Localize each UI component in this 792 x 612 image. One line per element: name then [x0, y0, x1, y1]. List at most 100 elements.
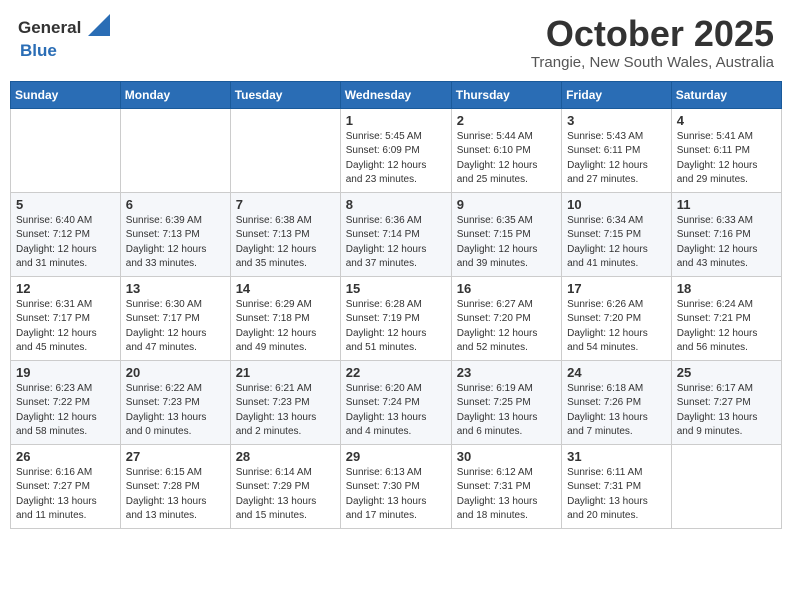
- col-header-sunday: Sunday: [11, 81, 121, 108]
- location-title: Trangie, New South Wales, Australia: [531, 54, 774, 71]
- calendar-cell: 10Sunrise: 6:34 AM Sunset: 7:15 PM Dayli…: [562, 192, 672, 276]
- calendar-cell: [671, 444, 781, 528]
- day-info: Sunrise: 6:18 AM Sunset: 7:26 PM Dayligh…: [567, 382, 666, 440]
- day-info: Sunrise: 5:43 AM Sunset: 6:11 PM Dayligh…: [567, 130, 666, 188]
- month-title: October 2025: [531, 14, 774, 54]
- calendar-week-row: 19Sunrise: 6:23 AM Sunset: 7:22 PM Dayli…: [11, 360, 782, 444]
- calendar-cell: 2 Sunrise: 5:44 AM Sunset: 6:10 PM Daylig…: [451, 108, 561, 192]
- col-header-tuesday: Tuesday: [230, 81, 340, 108]
- calendar-cell: 22 Sunrise: 6:20 AM Sunset: 7:24 PM Dayli…: [340, 360, 451, 444]
- day-number: 6: [126, 197, 225, 212]
- day-info: Sunrise: 6:20 AM Sunset: 7:24 PM Dayligh…: [346, 382, 446, 440]
- day-info: Sunrise: 6:40 AM Sunset: 7:12 PM Dayligh…: [16, 214, 115, 272]
- calendar-cell: 23 Sunrise: 6:19 AM Sunset: 7:25 PM Dayli…: [451, 360, 561, 444]
- day-number: 22: [346, 365, 446, 380]
- calendar-cell: 9Sunrise: 6:35 AM Sunset: 7:15 PM Daylig…: [451, 192, 561, 276]
- calendar-table: SundayMondayTuesdayWednesdayThursdayFrid…: [10, 81, 782, 529]
- day-number: 17: [567, 281, 666, 296]
- calendar-cell: 17 Sunrise: 6:26 AM Sunset: 7:20 PM Dayli…: [562, 276, 672, 360]
- col-header-thursday: Thursday: [451, 81, 561, 108]
- col-header-saturday: Saturday: [671, 81, 781, 108]
- calendar-cell: 31Sunrise: 6:11 AM Sunset: 7:31 PM Dayli…: [562, 444, 672, 528]
- day-info: Sunrise: 6:29 AM Sunset: 7:18 PM Dayligh…: [236, 298, 335, 356]
- day-number: 21: [236, 365, 335, 380]
- calendar-cell: 21 Sunrise: 6:21 AM Sunset: 7:23 PM Dayli…: [230, 360, 340, 444]
- day-number: 7: [236, 197, 335, 212]
- day-info: Sunrise: 6:21 AM Sunset: 7:23 PM Dayligh…: [236, 382, 335, 440]
- day-info: Sunrise: 6:19 AM Sunset: 7:25 PM Dayligh…: [457, 382, 556, 440]
- calendar-cell: 14Sunrise: 6:29 AM Sunset: 7:18 PM Dayli…: [230, 276, 340, 360]
- calendar-cell: 7 Sunrise: 6:38 AM Sunset: 7:13 PM Daylig…: [230, 192, 340, 276]
- day-info: Sunrise: 6:31 AM Sunset: 7:17 PM Dayligh…: [16, 298, 115, 356]
- calendar-cell: 16 Sunrise: 6:27 AM Sunset: 7:20 PM Dayli…: [451, 276, 561, 360]
- calendar-cell: 6 Sunrise: 6:39 AM Sunset: 7:13 PM Daylig…: [120, 192, 230, 276]
- day-info: Sunrise: 5:41 AM Sunset: 6:11 PM Dayligh…: [677, 130, 776, 188]
- day-info: Sunrise: 6:12 AM Sunset: 7:31 PM Dayligh…: [457, 466, 556, 524]
- calendar-cell: 27 Sunrise: 6:15 AM Sunset: 7:28 PM Dayli…: [120, 444, 230, 528]
- day-number: 12: [16, 281, 115, 296]
- calendar-cell: [230, 108, 340, 192]
- day-number: 30: [457, 449, 556, 464]
- logo: General Blue: [18, 14, 111, 61]
- day-info: Sunrise: 6:28 AM Sunset: 7:19 PM Dayligh…: [346, 298, 446, 356]
- day-info: Sunrise: 5:44 AM Sunset: 6:10 PM Dayligh…: [457, 130, 556, 188]
- day-number: 18: [677, 281, 776, 296]
- day-number: 9: [457, 197, 556, 212]
- day-number: 8: [346, 197, 446, 212]
- day-info: Sunrise: 6:11 AM Sunset: 7:31 PM Dayligh…: [567, 466, 666, 524]
- calendar-cell: 25Sunrise: 6:17 AM Sunset: 7:27 PM Dayli…: [671, 360, 781, 444]
- day-number: 26: [16, 449, 115, 464]
- day-number: 2: [457, 113, 556, 128]
- day-info: Sunrise: 6:39 AM Sunset: 7:13 PM Dayligh…: [126, 214, 225, 272]
- day-number: 13: [126, 281, 225, 296]
- day-info: Sunrise: 6:16 AM Sunset: 7:27 PM Dayligh…: [16, 466, 115, 524]
- day-info: Sunrise: 6:14 AM Sunset: 7:29 PM Dayligh…: [236, 466, 335, 524]
- calendar-week-row: 12 Sunrise: 6:31 AM Sunset: 7:17 PM Dayli…: [11, 276, 782, 360]
- calendar-cell: 18 Sunrise: 6:24 AM Sunset: 7:21 PM Dayli…: [671, 276, 781, 360]
- day-number: 23: [457, 365, 556, 380]
- calendar-cell: 26 Sunrise: 6:16 AM Sunset: 7:27 PM Dayli…: [11, 444, 121, 528]
- day-number: 29: [346, 449, 446, 464]
- day-number: 16: [457, 281, 556, 296]
- calendar-header-row: SundayMondayTuesdayWednesdayThursdayFrid…: [11, 81, 782, 108]
- day-number: 15: [346, 281, 446, 296]
- day-number: 27: [126, 449, 225, 464]
- day-info: Sunrise: 6:38 AM Sunset: 7:13 PM Dayligh…: [236, 214, 335, 272]
- calendar-week-row: 5 Sunrise: 6:40 AM Sunset: 7:12 PM Daylig…: [11, 192, 782, 276]
- col-header-monday: Monday: [120, 81, 230, 108]
- calendar-cell: 11 Sunrise: 6:33 AM Sunset: 7:16 PM Dayli…: [671, 192, 781, 276]
- calendar-cell: 1 Sunrise: 5:45 AM Sunset: 6:09 PM Daylig…: [340, 108, 451, 192]
- calendar-cell: 30 Sunrise: 6:12 AM Sunset: 7:31 PM Dayli…: [451, 444, 561, 528]
- day-info: Sunrise: 6:26 AM Sunset: 7:20 PM Dayligh…: [567, 298, 666, 356]
- logo-general: General: [18, 18, 81, 38]
- day-info: Sunrise: 6:24 AM Sunset: 7:21 PM Dayligh…: [677, 298, 776, 356]
- day-number: 11: [677, 197, 776, 212]
- day-number: 20: [126, 365, 225, 380]
- calendar-cell: 4 Sunrise: 5:41 AM Sunset: 6:11 PM Daylig…: [671, 108, 781, 192]
- calendar-cell: 5 Sunrise: 6:40 AM Sunset: 7:12 PM Daylig…: [11, 192, 121, 276]
- day-number: 19: [16, 365, 115, 380]
- calendar-week-row: 26 Sunrise: 6:16 AM Sunset: 7:27 PM Dayli…: [11, 444, 782, 528]
- day-info: Sunrise: 6:36 AM Sunset: 7:14 PM Dayligh…: [346, 214, 446, 272]
- calendar-cell: [120, 108, 230, 192]
- day-info: Sunrise: 6:27 AM Sunset: 7:20 PM Dayligh…: [457, 298, 556, 356]
- col-header-wednesday: Wednesday: [340, 81, 451, 108]
- calendar-cell: 28 Sunrise: 6:14 AM Sunset: 7:29 PM Dayli…: [230, 444, 340, 528]
- day-info: Sunrise: 6:15 AM Sunset: 7:28 PM Dayligh…: [126, 466, 225, 524]
- day-number: 4: [677, 113, 776, 128]
- calendar-cell: 8 Sunrise: 6:36 AM Sunset: 7:14 PM Daylig…: [340, 192, 451, 276]
- day-number: 5: [16, 197, 115, 212]
- day-number: 1: [346, 113, 446, 128]
- calendar-cell: [11, 108, 121, 192]
- calendar-cell: 15 Sunrise: 6:28 AM Sunset: 7:19 PM Dayli…: [340, 276, 451, 360]
- logo-icon: [82, 14, 110, 36]
- calendar-cell: 29Sunrise: 6:13 AM Sunset: 7:30 PM Dayli…: [340, 444, 451, 528]
- day-number: 24: [567, 365, 666, 380]
- logo-blue: Blue: [20, 41, 57, 60]
- day-number: 3: [567, 113, 666, 128]
- day-info: Sunrise: 5:45 AM Sunset: 6:09 PM Dayligh…: [346, 130, 446, 188]
- page-header: General Blue October 2025 Trangie, New S…: [10, 10, 782, 75]
- day-info: Sunrise: 6:33 AM Sunset: 7:16 PM Dayligh…: [677, 214, 776, 272]
- day-number: 28: [236, 449, 335, 464]
- calendar-cell: 3 Sunrise: 5:43 AM Sunset: 6:11 PM Daylig…: [562, 108, 672, 192]
